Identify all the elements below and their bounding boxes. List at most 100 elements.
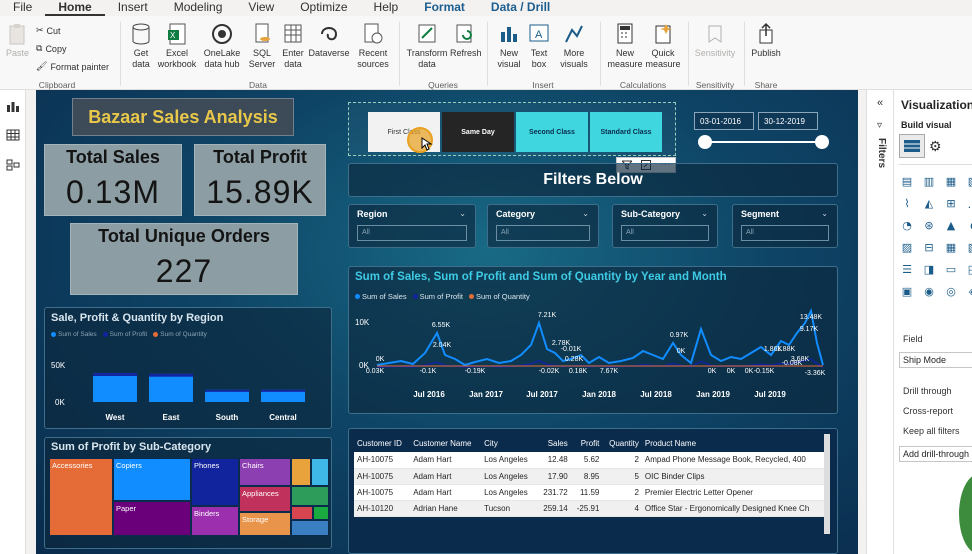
col-header[interactable]: City [481,434,538,452]
visual-type-icon[interactable]: ▦ [943,240,959,254]
date-slider-start-handle[interactable] [698,135,712,149]
visual-type-icon[interactable]: ▤ [899,174,915,188]
slicer-second-class[interactable]: Second Class [516,112,588,152]
treemap-tile[interactable]: Paper [113,501,191,536]
date-to-input[interactable]: 30-12-2019 [758,112,818,130]
visual-type-icon[interactable]: ◖ [965,218,972,232]
slicer-standard-class[interactable]: Standard Class [590,112,662,152]
treemap-tile[interactable] [291,486,329,506]
col-header[interactable]: Customer ID [354,434,411,452]
treemap-tile[interactable] [313,506,329,520]
add-drill-through-field[interactable]: Add drill-through [899,446,972,462]
treemap-tile[interactable] [311,458,329,486]
table-row[interactable]: AH-10120 Adrian Hane Tucson 259.14 -25.91 4 Of… [354,500,830,517]
treemap-tile[interactable] [291,458,311,486]
treemap-tile[interactable]: Copiers [113,458,191,501]
get-data-button[interactable]: Get data [127,22,155,70]
table-row[interactable]: AH-10075 Adam Hart Los Angeles 17.90 8.95 5 OI… [354,468,830,485]
format-painter-button[interactable]: 🖌 Format painter [36,61,109,72]
visual-type-icon[interactable]: ▧ [965,240,972,254]
new-measure-button[interactable]: New measure [606,22,644,70]
category-dropdown[interactable]: All [496,225,590,241]
filters-tab[interactable]: Filters [847,138,887,168]
visual-type-icon[interactable]: ◈ [965,284,972,298]
region-filter[interactable]: Region ⌄ All [348,204,476,248]
treemap-tile[interactable] [291,506,313,520]
menu-format[interactable]: Format [411,0,478,16]
category-filter[interactable]: Category ⌄ All [487,204,599,248]
visual-type-icon[interactable]: ◨ [921,262,937,276]
sensitivity-button[interactable]: Sensitivity [693,22,737,59]
copy-button[interactable]: ⧉ Copy [36,43,66,54]
visual-type-icon[interactable]: ☰ [899,262,915,276]
menu-home[interactable]: Home [45,0,105,16]
more-visuals-button[interactable]: More visuals [555,22,593,70]
table-scrollbar[interactable] [824,434,830,534]
col-header[interactable]: Product Name [641,434,830,452]
menu-modeling[interactable]: Modeling [161,0,236,16]
paste-button[interactable]: Paste [6,22,29,59]
visual-type-icon[interactable]: ⋰ [965,196,972,210]
profit-by-subcategory-treemap[interactable]: Sum of Profit by Sub-Category Accessorie… [44,437,332,549]
treemap-tile[interactable]: Accessories [49,458,113,536]
ship-mode-slicer[interactable]: First Class Same Day Second Class Standa… [348,102,676,156]
format-visual-icon[interactable]: ⚙ [929,138,942,155]
visual-type-icon[interactable]: ⊞ [943,196,959,210]
menu-view[interactable]: View [235,0,287,16]
col-header[interactable]: Customer Name [410,434,482,452]
menu-data-drill[interactable]: Data / Drill [478,0,563,16]
sql-server-button[interactable]: SQL Server [248,22,276,70]
publish-button[interactable]: Publish [748,22,784,59]
visual-type-icon[interactable]: ⊛ [921,218,937,232]
new-visual-button[interactable]: New visual [495,22,523,70]
region-dropdown[interactable]: All [357,225,467,241]
visual-type-icon[interactable]: ▨ [899,240,915,254]
sales-profit-quantity-line-chart[interactable]: Sum of Sales, Sum of Profit and Sum of Q… [348,266,838,414]
sub-category-filter[interactable]: Sub-Category ⌄ All [612,204,718,248]
enter-data-button[interactable]: Enter data [280,22,306,70]
field-well[interactable]: Ship Mode [899,352,972,368]
table-row[interactable]: AH-10075 Adam Hart Los Angeles 12.48 5.62 2 Am… [354,452,830,469]
sub-category-dropdown[interactable]: All [621,225,709,241]
visual-type-icon[interactable]: ▦ [943,174,959,188]
table-view-icon[interactable] [6,129,20,141]
refresh-button[interactable]: Refresh [450,22,482,59]
col-header[interactable]: Profit [570,434,603,452]
visual-type-icon[interactable]: ◉ [921,284,937,298]
col-header[interactable]: Sales [537,434,571,452]
region-bar-chart[interactable]: Sale, Profit & Quantity by Region Sum of… [44,307,332,429]
table-row[interactable]: AH-10075 Adam Hart Los Angeles 231.72 11.59 2… [354,484,830,501]
quick-measure-button[interactable]: Quick measure [645,22,681,70]
visual-type-icon[interactable]: ▲ [943,218,959,232]
text-box-button[interactable]: A Text box [527,22,551,70]
onelake-data-hub-button[interactable]: OneLake data hub [200,22,244,70]
visual-type-icon[interactable]: ◰ [965,262,972,276]
visual-type-icon[interactable]: ▥ [921,174,937,188]
visual-type-icon[interactable]: ⌇ [899,196,915,210]
report-view-icon[interactable] [6,100,20,112]
visual-type-icon[interactable]: ◔ [899,218,915,232]
visual-type-icon[interactable]: ▭ [943,262,959,276]
menu-file[interactable]: File [0,0,45,16]
treemap-tile[interactable]: Chairs [239,458,291,486]
date-from-input[interactable]: 03-01-2016 [694,112,754,130]
menu-help[interactable]: Help [361,0,412,16]
treemap-tile[interactable]: Binders [191,506,239,536]
date-slider-end-handle[interactable] [815,135,829,149]
slicer-same-day[interactable]: Same Day [442,112,514,152]
visual-type-icon[interactable]: ▣ [899,284,915,298]
dataverse-button[interactable]: Dataverse [308,22,350,59]
build-visual-tab[interactable] [899,134,925,158]
treemap-tile[interactable] [291,520,329,536]
treemap-tile[interactable]: Appliances [239,486,291,512]
menu-optimize[interactable]: Optimize [287,0,360,16]
orders-table[interactable]: Customer ID Customer Name City Sales Pro… [354,434,830,517]
treemap-tile[interactable]: Storage [239,512,291,536]
col-header[interactable]: Quantity [602,434,642,452]
recent-sources-button[interactable]: Recent sources [354,22,392,70]
segment-filter[interactable]: Segment ⌄ All [732,204,838,248]
cut-button[interactable]: ✂ Cut [36,25,61,36]
filters-pane-icon[interactable]: ▿ [877,120,882,131]
visual-type-icon[interactable]: ◎ [943,284,959,298]
excel-workbook-button[interactable]: X Excel workbook [157,22,197,70]
